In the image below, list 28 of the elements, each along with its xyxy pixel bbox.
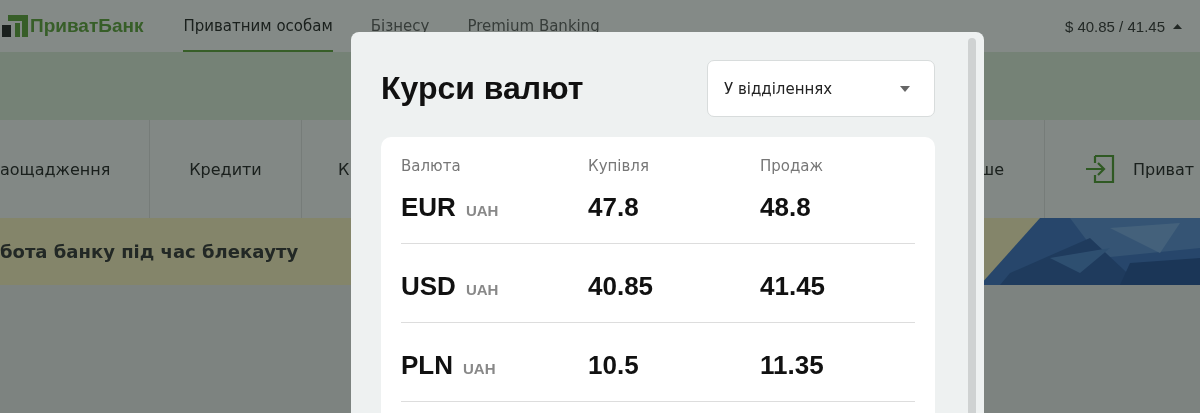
column-header: Валюта <box>401 157 462 175</box>
currency-code: USD <box>401 271 456 302</box>
caret-icon <box>900 85 910 92</box>
base-currency: UAH <box>465 202 499 219</box>
category-link[interactable]: Кредити <box>189 159 262 179</box>
column-header: Купівля <box>588 157 650 175</box>
rate-source-dropdown[interactable]: У відділеннях <box>707 60 935 117</box>
currency-code: PLN <box>401 350 453 381</box>
category-link[interactable]: аощадження <box>0 159 111 179</box>
base-currency: UAH <box>463 360 496 377</box>
dialog-title: Курси валют <box>381 70 584 107</box>
buy-rate: 40.85 <box>588 271 655 302</box>
base-currency: UAH <box>465 281 499 298</box>
logo-icon <box>2 15 28 37</box>
exchange-rate[interactable]: $ 40.85 / 41.45 <box>1064 17 1165 35</box>
category-link[interactable]: К <box>338 159 350 179</box>
scrollbar[interactable] <box>968 38 976 413</box>
buy-rate: 10.5 <box>588 350 640 381</box>
login-icon[interactable] <box>1085 152 1117 186</box>
login-link[interactable]: Приват <box>1133 159 1195 179</box>
currency-code: EUR <box>401 192 456 223</box>
caret-icon[interactable] <box>1173 23 1182 29</box>
buy-rate: 47.8 <box>588 192 640 223</box>
banner-text[interactable]: бота банку під час блекауту <box>0 241 299 262</box>
sell-rate: 48.8 <box>760 192 812 223</box>
column-header: Продаж <box>760 157 825 175</box>
sell-rate: 41.45 <box>760 271 827 302</box>
sell-rate: 11.35 <box>760 350 825 381</box>
